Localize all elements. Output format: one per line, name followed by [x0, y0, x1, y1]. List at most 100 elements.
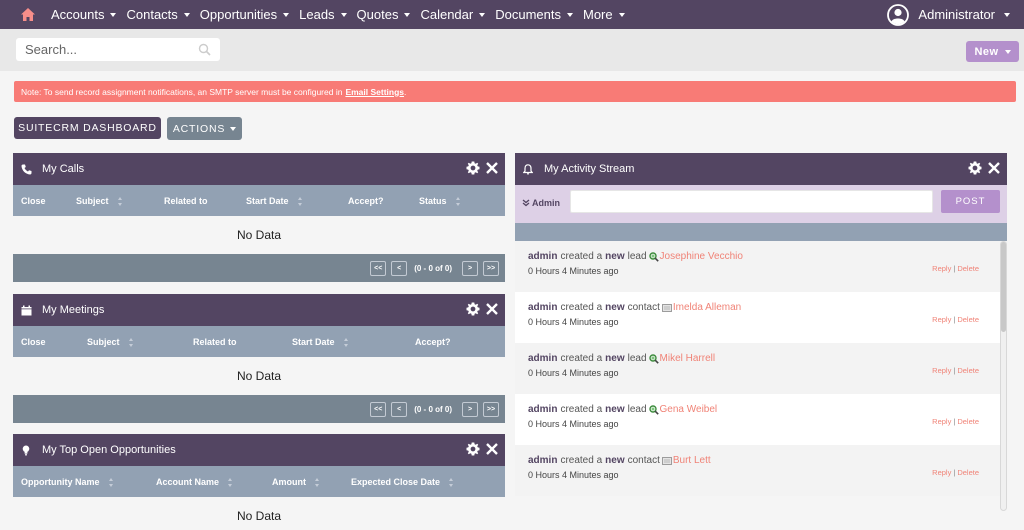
- user-label: Admin: [532, 198, 560, 208]
- delete-link[interactable]: Delete: [957, 468, 979, 477]
- activity-user[interactable]: admin: [528, 455, 557, 466]
- nav-contacts[interactable]: Contacts: [126, 7, 190, 22]
- smtp-alert: Note: To send record assignment notifica…: [14, 81, 1016, 102]
- activity-record-type: lead: [627, 251, 647, 262]
- activity-record-link[interactable]: Burt Lett: [673, 455, 711, 466]
- caret-down-icon: [618, 13, 625, 17]
- activity-user[interactable]: admin: [528, 251, 557, 262]
- reply-link[interactable]: Reply: [932, 417, 951, 426]
- column-accept: Accept?: [348, 196, 384, 206]
- activity-user[interactable]: admin: [528, 404, 557, 415]
- gear-icon[interactable]: [466, 302, 480, 316]
- gear-icon[interactable]: [466, 161, 480, 175]
- column-start-date[interactable]: Start Date: [246, 196, 303, 206]
- column-accept: Accept?: [415, 337, 451, 347]
- delete-link[interactable]: Delete: [957, 264, 979, 273]
- post-input[interactable]: [570, 190, 933, 213]
- activity-record-link[interactable]: Imelda Alleman: [673, 302, 741, 313]
- activity-item: admin created a new lead Josephine Vecchio 0 …: [515, 241, 1007, 292]
- new-button[interactable]: New: [966, 41, 1019, 62]
- activity-actions: Reply | Delete: [932, 315, 979, 324]
- column-start-date[interactable]: Start Date: [292, 337, 349, 347]
- activity-adjective: new: [605, 251, 625, 262]
- activity-actions: Reply | Delete: [932, 264, 979, 273]
- activity-record-link[interactable]: Mikel Harrell: [660, 353, 716, 364]
- next-page-button[interactable]: >: [462, 260, 478, 276]
- column-subject[interactable]: Subject: [76, 196, 123, 206]
- new-button-label: New: [974, 45, 999, 58]
- reply-link[interactable]: Reply: [932, 315, 951, 324]
- gear-icon[interactable]: [466, 442, 480, 456]
- last-page-button[interactable]: >>: [483, 401, 499, 417]
- reply-link[interactable]: Reply: [932, 468, 951, 477]
- nav-label: Contacts: [126, 7, 178, 22]
- caret-down-icon: [1004, 50, 1011, 54]
- sort-icon: [455, 196, 461, 206]
- nav-label: Quotes: [356, 7, 399, 22]
- delete-link[interactable]: Delete: [957, 315, 979, 324]
- first-page-button[interactable]: <<: [370, 260, 387, 276]
- nav-opportunities[interactable]: Opportunities: [200, 7, 290, 22]
- column-label: Opportunity Name: [21, 477, 100, 487]
- dashlet-header[interactable]: My Top Open Opportunities: [13, 434, 505, 466]
- column-opportunity-name[interactable]: Opportunity Name: [21, 477, 114, 487]
- activity-item: admin created a new lead Gena Weibel 0 Hours …: [515, 394, 1007, 445]
- dashlet-header[interactable]: My Activity Stream: [515, 153, 1007, 185]
- prev-page-button[interactable]: <: [391, 401, 408, 417]
- user-menu[interactable]: Administrator: [887, 0, 1010, 29]
- delete-link[interactable]: Delete: [957, 366, 979, 375]
- last-page-button[interactable]: >>: [483, 260, 499, 276]
- nav-accounts[interactable]: Accounts: [51, 7, 117, 22]
- actions-button[interactable]: ACTIONS: [167, 117, 242, 140]
- nav-documents[interactable]: Documents: [495, 7, 573, 22]
- dashlet-header[interactable]: My Meetings: [13, 294, 505, 326]
- nav-more[interactable]: More: [583, 7, 625, 22]
- column-account-name[interactable]: Account Name: [156, 477, 233, 487]
- dashlet-header[interactable]: My Calls: [13, 153, 505, 185]
- reply-link[interactable]: Reply: [932, 264, 951, 273]
- nav-leads[interactable]: Leads: [299, 7, 347, 22]
- my-meetings-dashlet: My Meetings Close Subject Related to Sta…: [13, 294, 505, 423]
- nav-quotes[interactable]: Quotes: [357, 7, 411, 22]
- close-icon[interactable]: [485, 302, 499, 316]
- next-page-button[interactable]: >: [462, 401, 478, 417]
- activity-record-type: contact: [627, 302, 660, 313]
- nav-calendar[interactable]: Calendar: [420, 7, 486, 22]
- user-toggle[interactable]: Admin: [522, 198, 560, 208]
- reply-link[interactable]: Reply: [932, 366, 951, 375]
- dashlet-title: My Activity Stream: [544, 163, 635, 175]
- separator: |: [953, 417, 956, 426]
- activity-verb: created a: [560, 302, 603, 313]
- search-input[interactable]: [16, 42, 186, 57]
- activity-user[interactable]: admin: [528, 353, 557, 364]
- scrollbar-thumb[interactable]: [1001, 242, 1006, 332]
- dashlet-title: My Calls: [42, 163, 85, 175]
- post-button[interactable]: POST: [941, 190, 1000, 213]
- close-icon[interactable]: [485, 442, 499, 456]
- column-subject[interactable]: Subject: [87, 337, 134, 347]
- dashboard-tab-button[interactable]: SUITECRM DASHBOARD: [14, 117, 161, 139]
- gear-icon[interactable]: [968, 161, 982, 175]
- delete-link[interactable]: Delete: [957, 417, 979, 426]
- email-settings-link[interactable]: Email Settings: [345, 87, 404, 97]
- lightbulb-icon: [20, 444, 32, 456]
- prev-page-button[interactable]: <: [391, 260, 408, 276]
- column-amount[interactable]: Amount: [272, 477, 320, 487]
- activity-actions: Reply | Delete: [932, 417, 979, 426]
- scrollbar[interactable]: [1000, 241, 1007, 511]
- first-page-button[interactable]: <<: [370, 401, 387, 417]
- column-related-to: Related to: [193, 337, 237, 347]
- column-expected-close-date[interactable]: Expected Close Date: [351, 477, 454, 487]
- separator: |: [953, 315, 956, 324]
- activity-record-link[interactable]: Josephine Vecchio: [660, 251, 743, 262]
- home-button[interactable]: [18, 5, 38, 25]
- column-status[interactable]: Status: [419, 196, 461, 206]
- close-icon[interactable]: [987, 161, 1001, 175]
- search-icon[interactable]: [198, 43, 211, 56]
- activity-record-link[interactable]: Gena Weibel: [660, 404, 718, 415]
- caret-down-icon: [479, 13, 486, 17]
- close-icon[interactable]: [485, 161, 499, 175]
- activity-user[interactable]: admin: [528, 302, 557, 313]
- lead-icon: [647, 404, 660, 415]
- user-name: Administrator: [918, 7, 995, 22]
